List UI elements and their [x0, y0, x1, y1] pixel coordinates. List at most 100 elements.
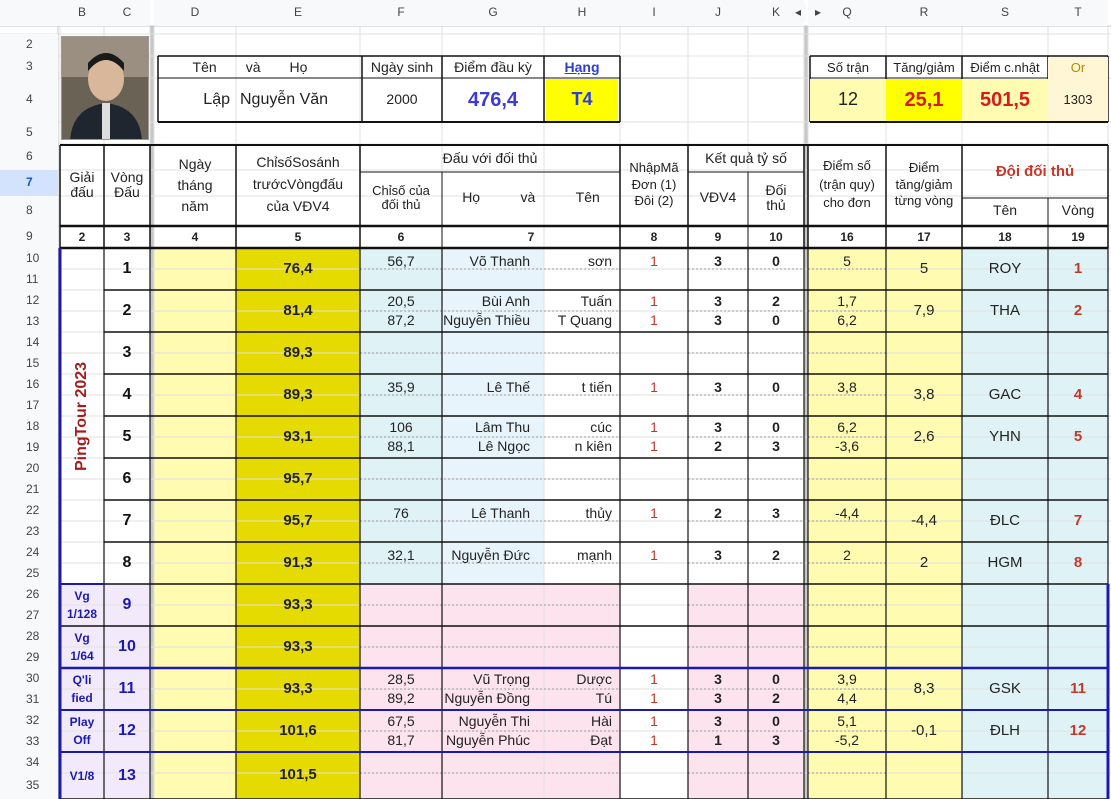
column-number: 8 — [650, 229, 658, 244]
column-header-T[interactable]: T — [1048, 0, 1108, 26]
row-header-35[interactable]: 35 — [0, 773, 58, 799]
column-header-I[interactable]: I — [620, 0, 688, 26]
row-header-23[interactable]: 23 — [0, 521, 58, 542]
column-header-J[interactable]: J — [688, 0, 748, 26]
match-code: 1 — [650, 311, 658, 328]
row-header-4[interactable]: 4 — [0, 78, 58, 122]
opponent-first-name: n kiên — [574, 437, 612, 454]
matches-value: 12 — [810, 79, 886, 121]
corner-cell — [0, 0, 60, 26]
row-header-29[interactable]: 29 — [0, 647, 58, 668]
header-date: Ngày tháng năm — [177, 155, 213, 214]
opponent-last-name: Nguyễn Đức — [451, 547, 530, 564]
row-header-13[interactable]: 13 — [0, 311, 58, 332]
column-number: 6 — [397, 229, 405, 244]
hidden-columns-left-icon[interactable]: ◂ — [790, 4, 806, 22]
row-header-14[interactable]: 14 — [0, 332, 58, 353]
column-number: 17 — [917, 229, 931, 244]
round-index: 81,4 — [283, 301, 313, 319]
round-delta: 7,9 — [913, 301, 935, 319]
opponent-team-round: 4 — [1073, 385, 1083, 403]
opponent-team: GSK — [989, 679, 1021, 697]
row-header-33[interactable]: 33 — [0, 731, 58, 752]
opponent-team-round: 7 — [1073, 511, 1083, 529]
column-header-D[interactable]: D — [154, 0, 236, 26]
match-points: -3,6 — [834, 437, 860, 454]
column-number: 10 — [769, 229, 783, 244]
column-header-G[interactable]: G — [442, 0, 544, 26]
column-header-C[interactable]: C — [104, 0, 150, 26]
row-header-11[interactable]: 11 — [0, 269, 58, 290]
column-number: 5 — [294, 229, 302, 244]
row-header-9[interactable]: 9 — [0, 226, 58, 248]
header-opp-name-part: Tên — [575, 189, 600, 206]
round-index: 93,3 — [283, 637, 313, 655]
opponent-first-name: sơn — [588, 253, 612, 270]
row-header-12[interactable]: 12 — [0, 290, 58, 311]
header-round: Vòng Đấu — [110, 168, 144, 200]
spreadsheet: B C D E F G H I J K Q R S T ◂ ▸ 2 3 4 5 6 7 8 9 10 11 12 13 14 15 16 17… — [0, 0, 1111, 799]
row-header-20[interactable]: 20 — [0, 458, 58, 479]
row-header-25[interactable]: 25 — [0, 563, 58, 584]
opponent-first-name: Dược — [576, 670, 612, 687]
change-value: 25,1 — [886, 79, 962, 121]
row-header-19[interactable]: 19 — [0, 437, 58, 458]
rank-value: T4 — [546, 79, 618, 121]
header-delta: Điểm tăng/giảm từng vòng — [894, 159, 954, 209]
column-header-H[interactable]: H — [544, 0, 620, 26]
row-header-24[interactable]: 24 — [0, 542, 58, 563]
row-header-10[interactable]: 10 — [0, 248, 58, 269]
hidden-columns-right-icon[interactable]: ▸ — [810, 4, 826, 22]
column-header-S[interactable]: S — [962, 0, 1048, 26]
stage-label: Vg 1/64 — [70, 631, 94, 663]
name-label-part: Họ — [289, 59, 308, 76]
match-code: 1 — [650, 712, 658, 729]
match-code: 1 — [650, 379, 658, 396]
score-player: 2 — [714, 505, 722, 522]
row-header-6[interactable]: 6 — [0, 144, 58, 170]
row-header-8[interactable]: 8 — [0, 196, 58, 226]
row-header-15[interactable]: 15 — [0, 353, 58, 374]
row-header-34[interactable]: 34 — [0, 752, 58, 773]
row-header-18[interactable]: 18 — [0, 416, 58, 437]
opponent-index: 32,1 — [387, 547, 415, 564]
opponent-team-round: 2 — [1073, 301, 1083, 319]
row-header-32[interactable]: 32 — [0, 710, 58, 731]
score-opponent: 2 — [772, 292, 780, 309]
row-header-22[interactable]: 22 — [0, 500, 58, 521]
row-header-31[interactable]: 31 — [0, 689, 58, 710]
row-header-21[interactable]: 21 — [0, 479, 58, 500]
row-header-30[interactable]: 30 — [0, 668, 58, 689]
score-opponent: 0 — [772, 253, 780, 270]
column-header-B[interactable]: B — [60, 0, 104, 26]
score-opponent: 3 — [772, 505, 780, 522]
row-header-17[interactable]: 17 — [0, 395, 58, 416]
header-code: NhậpMã Đơn (1) Đôi (2) — [629, 159, 679, 209]
score-opponent: 2 — [772, 689, 780, 706]
row-header-16[interactable]: 16 — [0, 374, 58, 395]
row-header-26[interactable]: 26 — [0, 584, 58, 605]
row-header-28[interactable]: 28 — [0, 626, 58, 647]
round-delta: 8,3 — [913, 679, 935, 697]
opponent-first-name: mạnh — [576, 547, 612, 564]
column-header-R[interactable]: R — [886, 0, 962, 26]
opponent-last-name: Nguyễn Thi — [458, 712, 530, 729]
header-points: Điểm số (trận quy) cho đơn — [819, 157, 875, 211]
opponent-last-name: Võ Thanh — [469, 253, 530, 270]
round-number: 12 — [118, 722, 136, 740]
row-header-27[interactable]: 27 — [0, 605, 58, 626]
match-code: 1 — [650, 670, 658, 687]
row-header-3[interactable]: 3 — [0, 56, 58, 78]
row-header-7[interactable]: 7 — [0, 170, 58, 196]
score-opponent: 3 — [772, 731, 780, 748]
row-header-5[interactable]: 5 — [0, 122, 58, 144]
opponent-last-name: Bùi Anh — [481, 292, 530, 309]
header-vdv4: VĐV4 — [699, 189, 737, 206]
column-header-E[interactable]: E — [236, 0, 360, 26]
match-code: 1 — [650, 437, 658, 454]
row-header-2[interactable]: 2 — [0, 34, 58, 56]
header-opp-name-part: và — [520, 189, 536, 206]
opponent-team: GAC — [988, 385, 1022, 403]
column-header-F[interactable]: F — [360, 0, 442, 26]
stage-label: Vg 1/128 — [66, 589, 98, 621]
